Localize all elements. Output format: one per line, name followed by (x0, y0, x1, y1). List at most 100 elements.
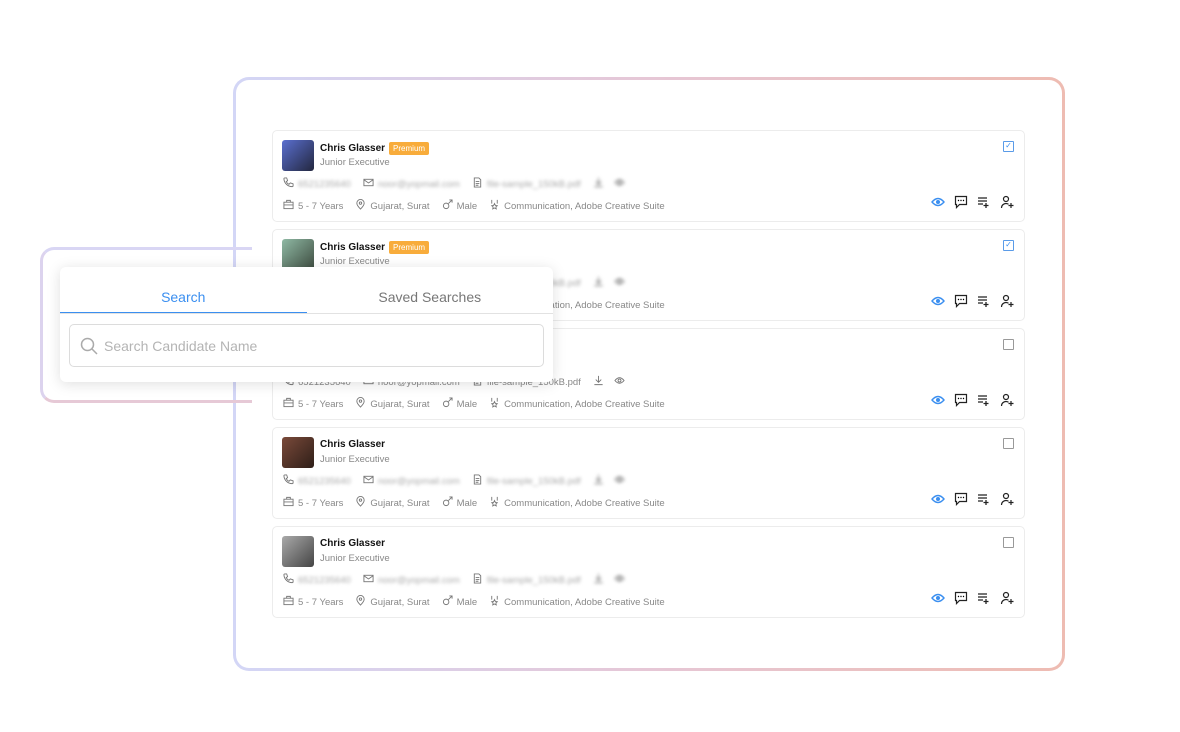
view-icon[interactable] (931, 195, 945, 209)
experience: 5 - 7 Years (298, 398, 344, 410)
search-input[interactable]: Search Candidate Name (69, 324, 544, 367)
email: noor@yopmail.com (377, 475, 460, 487)
view-icon[interactable] (931, 294, 945, 308)
message-icon[interactable] (954, 492, 968, 506)
search-panel: Search Saved Searches Search Candidate N… (60, 267, 553, 382)
candidate-role: Junior Executive (320, 256, 390, 267)
location-icon (355, 496, 366, 510)
add-to-list-icon[interactable] (977, 492, 991, 506)
view-icon[interactable] (931, 591, 945, 605)
select-checkbox[interactable] (1003, 438, 1014, 449)
add-to-list-icon[interactable] (977, 393, 991, 407)
email: noor@yopmail.com (377, 178, 460, 190)
avatar (282, 140, 314, 171)
award-icon (489, 496, 500, 510)
location-icon (355, 595, 366, 609)
eye-icon[interactable] (614, 276, 625, 290)
candidate-role: Junior Executive (320, 454, 390, 465)
message-icon[interactable] (954, 591, 968, 605)
candidate-card[interactable]: Chris Glasser Junior Executive 652123564… (272, 427, 1025, 519)
phone: 6521235640 (298, 178, 351, 190)
candidate-name[interactable]: Chris Glasser (320, 242, 385, 253)
award-icon (489, 397, 500, 411)
phone: 6521235640 (298, 574, 351, 586)
candidate-name[interactable]: Chris Glasser (320, 538, 385, 549)
location-icon (355, 397, 366, 411)
location-icon (355, 199, 366, 213)
add-user-icon[interactable] (1000, 294, 1014, 308)
download-icon[interactable] (593, 474, 604, 488)
candidate-name[interactable]: Chris Glasser (320, 439, 385, 450)
resume-file[interactable]: file-sample_150kB.pdf (487, 476, 581, 487)
message-icon[interactable] (954, 393, 968, 407)
add-user-icon[interactable] (1000, 195, 1014, 209)
award-icon (489, 595, 500, 609)
location: Gujarat, Surat (370, 497, 430, 509)
candidate-card[interactable]: Chris Glasser Junior Executive 652123564… (272, 526, 1025, 618)
male-icon (442, 496, 453, 510)
skills: Communication, Adobe Creative Suite (504, 497, 665, 509)
add-to-list-icon[interactable] (977, 195, 991, 209)
tab-saved-searches[interactable]: Saved Searches (307, 267, 554, 313)
view-icon[interactable] (931, 492, 945, 506)
male-icon (442, 199, 453, 213)
phone-icon (283, 177, 294, 191)
eye-icon[interactable] (614, 375, 625, 389)
candidate-card[interactable]: Chris Glasser Premium Junior Executive 65… (272, 130, 1025, 222)
select-checkbox[interactable]: ✓ (1003, 240, 1014, 251)
file-icon (472, 177, 483, 191)
add-to-list-icon[interactable] (977, 294, 991, 308)
download-icon[interactable] (593, 177, 604, 191)
select-checkbox[interactable] (1003, 537, 1014, 548)
add-user-icon[interactable] (1000, 492, 1014, 506)
download-icon[interactable] (593, 375, 604, 389)
candidate-role: Junior Executive (320, 553, 390, 564)
email: noor@yopmail.com (377, 574, 460, 586)
eye-icon[interactable] (614, 474, 625, 488)
gender: Male (456, 596, 478, 608)
add-to-list-icon[interactable] (977, 591, 991, 605)
mail-icon (363, 573, 374, 587)
search-icon (80, 337, 98, 355)
download-icon[interactable] (593, 276, 604, 290)
avatar (282, 437, 314, 468)
resume-file[interactable]: file-sample_150kB.pdf (487, 575, 581, 586)
download-icon[interactable] (593, 573, 604, 587)
experience: 5 - 7 Years (298, 596, 344, 608)
select-checkbox[interactable] (1003, 339, 1014, 350)
skills: Communication, Adobe Creative Suite (504, 200, 665, 212)
eye-icon[interactable] (614, 573, 625, 587)
phone-icon (283, 573, 294, 587)
file-icon (472, 474, 483, 488)
phone-icon (283, 474, 294, 488)
premium-badge: Premium (389, 241, 430, 254)
candidate-name[interactable]: Chris Glasser (320, 143, 385, 154)
message-icon[interactable] (954, 195, 968, 209)
mail-icon (363, 474, 374, 488)
eye-icon[interactable] (614, 177, 625, 191)
add-user-icon[interactable] (1000, 591, 1014, 605)
experience: 5 - 7 Years (298, 497, 344, 509)
message-icon[interactable] (954, 294, 968, 308)
male-icon (442, 397, 453, 411)
briefcase-icon (283, 199, 294, 213)
avatar (282, 536, 314, 567)
premium-badge: Premium (389, 142, 430, 155)
location: Gujarat, Surat (370, 596, 430, 608)
location: Gujarat, Surat (370, 200, 430, 212)
view-icon[interactable] (931, 393, 945, 407)
select-checkbox[interactable]: ✓ (1003, 141, 1014, 152)
phone: 6521235640 (298, 475, 351, 487)
briefcase-icon (283, 496, 294, 510)
gender: Male (456, 398, 478, 410)
briefcase-icon (283, 595, 294, 609)
candidate-role: Junior Executive (320, 157, 390, 168)
add-user-icon[interactable] (1000, 393, 1014, 407)
briefcase-icon (283, 397, 294, 411)
location: Gujarat, Surat (370, 398, 430, 410)
resume-file[interactable]: file-sample_150kB.pdf (487, 179, 581, 190)
skills: Communication, Adobe Creative Suite (504, 596, 665, 608)
tab-search[interactable]: Search (60, 267, 307, 313)
avatar (282, 239, 314, 270)
mail-icon (363, 177, 374, 191)
